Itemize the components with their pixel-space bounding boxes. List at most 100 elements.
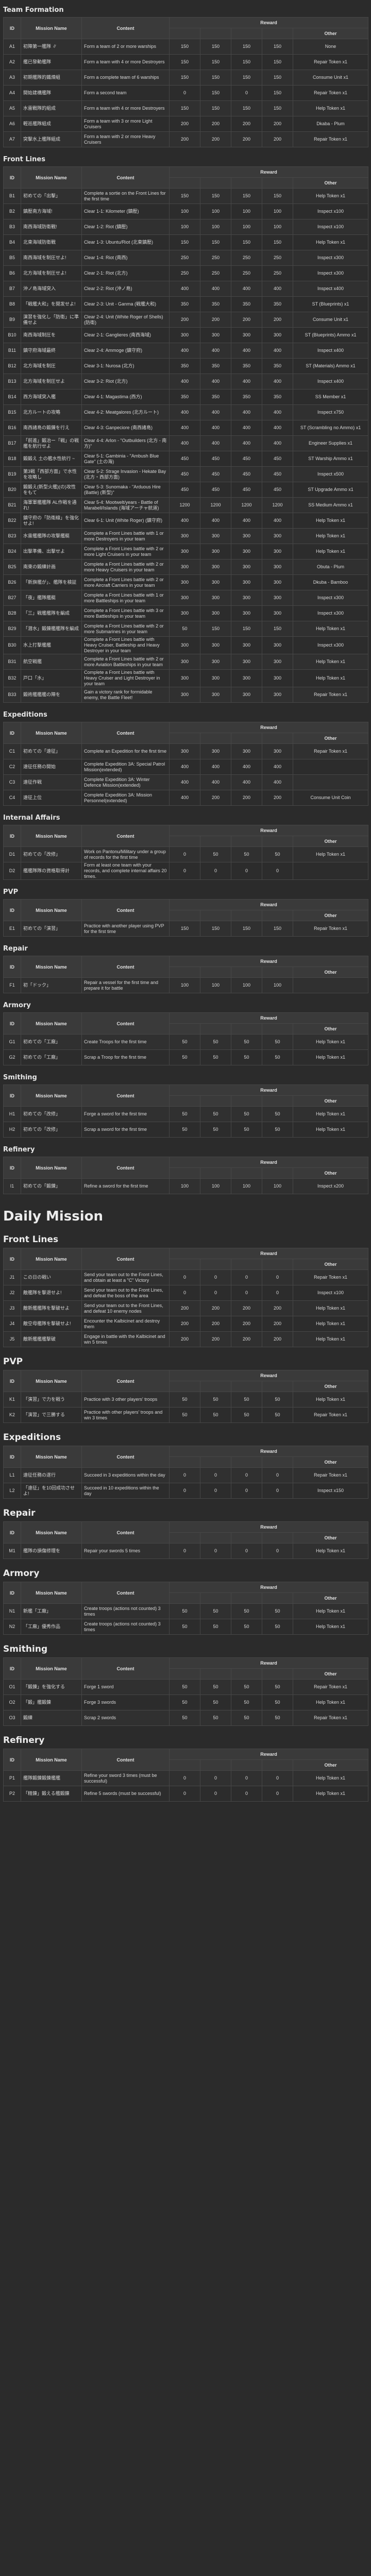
reward-value: 400: [262, 374, 293, 389]
mission-content: Forge 3 swords: [81, 1694, 170, 1710]
resource-icon-header: [200, 1456, 231, 1468]
mission-id: N1: [3, 1603, 21, 1619]
mission-name: 初めての「改修」: [21, 1106, 82, 1122]
mission-table: ID Mission Name Content Reward Other C1 初めての「遠…: [3, 722, 369, 806]
mission-table: ID Mission Name Content Reward Other K1 「演習」で力…: [3, 1370, 369, 1423]
mission-id: B10: [3, 327, 21, 343]
resource-icon-header: [169, 1759, 200, 1771]
mission-id: N2: [3, 1619, 21, 1635]
col-header-content: Content: [81, 1157, 170, 1179]
reward-value: 0: [169, 1483, 200, 1499]
reward-value: 400: [231, 774, 262, 790]
reward-other: ST Upgrade Ammo x1: [292, 482, 369, 498]
mission-id: B8: [3, 296, 21, 312]
mission-id: B33: [3, 687, 21, 703]
reward-other: Help Token x1: [292, 1106, 369, 1122]
section-heading: Internal Affairs: [3, 814, 60, 822]
resource-icon-header: [169, 967, 200, 978]
col-header-mission-name: Mission Name: [21, 1446, 82, 1468]
table-row: B14 西方海域突入艦 Clear 4-1: Magastima (西方) 350 35…: [3, 389, 369, 405]
reward-other: Repair Token x1: [292, 1269, 369, 1285]
mission-name: 南東の鍛練計画: [21, 559, 82, 575]
reward-value: 0: [231, 1483, 262, 1499]
table-row: B6 北方海域を制圧せよ! Clear 2-1: Riot (北方) 250 250 25…: [3, 265, 369, 281]
table-row: O3 鍛練 Scrap 2 swords 50 50 50 50 Repair Token x…: [3, 1710, 369, 1726]
mission-name: 北東海域防衛戰: [21, 234, 82, 250]
mission-id: B29: [3, 621, 21, 637]
mission-name: 遠征上位: [21, 790, 82, 806]
reward-value: 50: [169, 1603, 200, 1619]
reward-value: 200: [200, 1331, 231, 1347]
reward-value: 0: [231, 1770, 262, 1786]
mission-id: B28: [3, 605, 21, 621]
table-row: I1 初めての「鍛錬」 Refine a sword for the first t…: [3, 1178, 369, 1194]
reward-other: Help Token x1: [292, 1770, 369, 1786]
mission-content: Forge 1 sword: [81, 1679, 170, 1695]
mission-id: A1: [3, 39, 21, 55]
reward-value: 150: [262, 39, 293, 55]
mission-content: Repair your swords 5 times: [81, 1543, 170, 1559]
mission-name: 水上打撃艦艦: [21, 636, 82, 654]
reward-value: 0: [200, 1285, 231, 1301]
mission-content: Create troops (actions not counted) 3 ti…: [81, 1619, 170, 1635]
resource-icon-header: [262, 28, 293, 39]
reward-other: Help Token x1: [292, 544, 369, 560]
resource-icon-header: [231, 910, 262, 921]
reward-value: 0: [200, 1770, 231, 1786]
reward-value: 0: [262, 1269, 293, 1285]
mission-name: 「鍛錬」を強化する: [21, 1679, 82, 1695]
mission-id: C4: [3, 790, 21, 806]
table-row: B15 北方ルートの攻略 Clear 4-2: Meatgalores (北方ルート…: [3, 404, 369, 420]
page-root: Team Formation ID Mission Name Content Rewar…: [0, 0, 371, 1814]
reward-other: Help Token x1: [292, 1049, 369, 1065]
resource-icon-header: [262, 1023, 293, 1035]
table-row: B17 「前進」鍛冶ー「戦」の戦艦を航行せよ Clear 4-4: Arlon - …: [3, 435, 369, 451]
reward-value: 150: [231, 621, 262, 637]
mission-name: 水雷艦艦隊の攻撃艦艇: [21, 528, 82, 544]
mission-content: Engage in battle with the Kalbicinet and…: [81, 1331, 170, 1347]
reward-value: 150: [231, 234, 262, 250]
reward-value: 50: [262, 846, 293, 862]
mission-name: 鍛鍛え(新型火艦)(の)攻性をもて: [21, 482, 82, 498]
mission-name: 航空戦艦: [21, 654, 82, 670]
reward-value: 300: [169, 687, 200, 703]
resource-icon-header: [200, 1167, 231, 1179]
reward-value: 400: [169, 281, 200, 297]
table-row: D1 初めての「改修」 Work on Pantonu/Military under…: [3, 846, 369, 862]
mission-name: 初めての「工廠」: [21, 1049, 82, 1065]
mission-id: L2: [3, 1483, 21, 1499]
reward-other: Engineer Supplies x1: [292, 435, 369, 451]
mission-id: B6: [3, 265, 21, 281]
mission-id: B30: [3, 636, 21, 654]
mission-content: Clear 1-3: Ubuntu/Riot (北東鎮壓): [81, 234, 170, 250]
mission-content: Clear 1-4: Riot (南西): [81, 250, 170, 266]
reward-value: 0: [169, 1786, 200, 1802]
section-heading: Expeditions: [3, 711, 47, 719]
reward-value: 100: [262, 219, 293, 235]
mission-name: 初陣第一艦隊 ∥: [21, 39, 82, 55]
reward-value: 400: [262, 435, 293, 451]
mission-content: Scrap a Troop for the first time: [81, 1049, 170, 1065]
mission-id: B15: [3, 404, 21, 420]
reward-value: 50: [169, 1407, 200, 1423]
mission-content: Refine a sword for the first time: [81, 1178, 170, 1194]
reward-value: 450: [262, 466, 293, 482]
col-header-reward: Reward: [168, 1084, 369, 1096]
reward-other: Repair Token x1: [292, 921, 369, 937]
reward-value: 300: [231, 528, 262, 544]
table-row: K1 「演習」で力を戦う Practice with 3 other players…: [3, 1392, 369, 1408]
mission-name: 初めての「出擊」: [21, 188, 82, 204]
reward-value: 300: [231, 687, 262, 703]
reward-other: Consume Unit Coin: [292, 790, 369, 806]
resource-icon-header: [200, 836, 231, 847]
table-row: B31 航空戦艦 Complete a Front Lines battle wit…: [3, 654, 369, 670]
reward-value: 50: [262, 1679, 293, 1695]
reward-other: Help Token x1: [292, 513, 369, 529]
reward-value: 400: [200, 435, 231, 451]
reward-value: 50: [262, 1603, 293, 1619]
mission-content: Clear 2-1: Ganglieres (南西海域): [81, 327, 170, 343]
reward-value: 350: [200, 358, 231, 374]
reward-value: 50: [169, 1679, 200, 1695]
mission-name: 北方ルートの攻略: [21, 404, 82, 420]
reward-value: 300: [200, 605, 231, 621]
